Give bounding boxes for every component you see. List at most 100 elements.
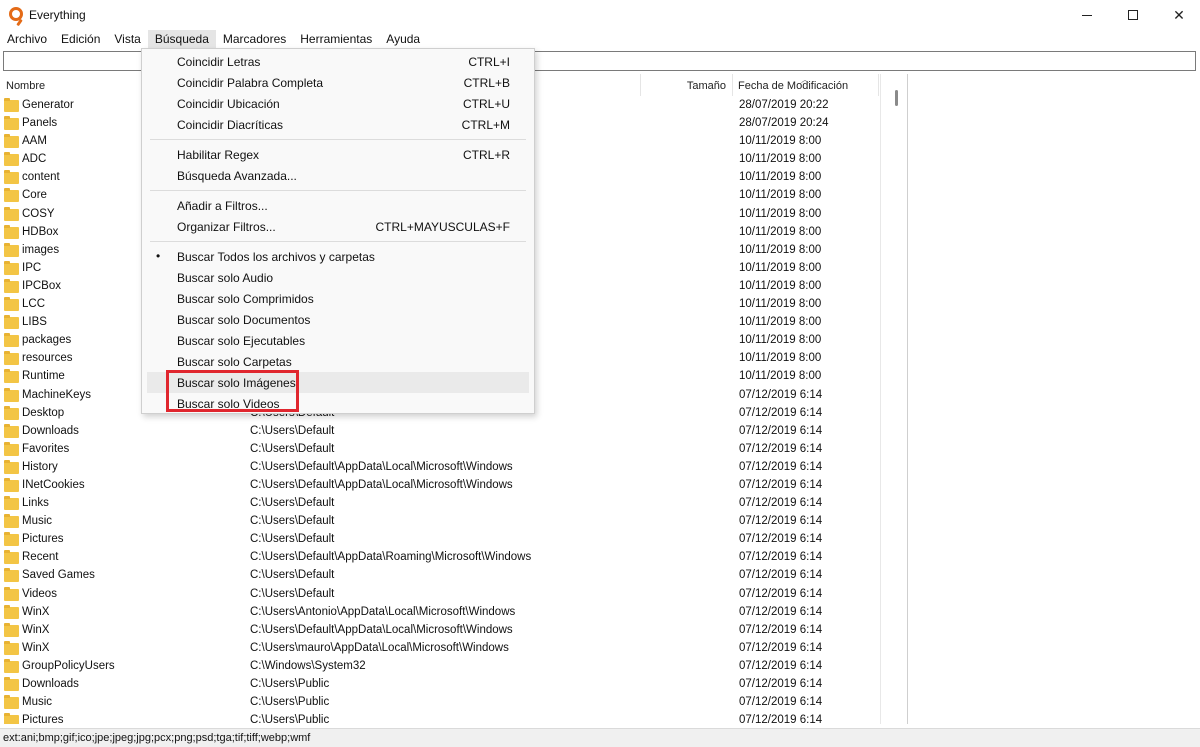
- file-path: C:\Users\Public: [250, 714, 330, 724]
- modified-date: 07/12/2019 6:14: [739, 424, 823, 437]
- folder-icon: [4, 477, 19, 492]
- menu-item-anadir-a-filtros[interactable]: Añadir a Filtros...: [142, 195, 534, 216]
- table-row[interactable]: WinX C:\Users\Default\AppData\Local\Micro…: [0, 622, 880, 640]
- menu-item-buscar-solo-ejecutables[interactable]: Buscar solo Ejecutables: [142, 330, 534, 351]
- menu-item-buscar-solo-audio[interactable]: Buscar solo Audio: [142, 267, 534, 288]
- menu-item-shortcut: CTRL+MAYUSCULAS+F: [375, 220, 510, 234]
- file-name: Music: [22, 515, 53, 528]
- menu-item-label: Buscar solo Comprimidos: [177, 292, 314, 306]
- folder-icon: [4, 369, 19, 384]
- folder-icon: [4, 713, 19, 724]
- highlight-annotation: [166, 370, 299, 412]
- modified-date: 10/11/2019 8:00: [739, 261, 822, 274]
- menu-item-buscar-solo-comprimidos[interactable]: Buscar solo Comprimidos: [142, 288, 534, 309]
- table-row[interactable]: Music C:\Users\Public 07/12/2019 6:14: [0, 694, 880, 712]
- file-name: History: [22, 460, 58, 473]
- folder-icon: [4, 496, 19, 511]
- maximize-button[interactable]: [1110, 0, 1156, 30]
- menu-item-shortcut: CTRL+R: [462, 148, 510, 162]
- folder-icon: [4, 568, 19, 583]
- table-row[interactable]: WinX C:\Users\Antonio\AppData\Local\Micro…: [0, 604, 880, 622]
- modified-date: 10/11/2019 8:00: [739, 334, 822, 347]
- folder-icon: [4, 116, 19, 131]
- modified-date: 07/12/2019 6:14: [739, 678, 823, 690]
- folder-icon: [4, 405, 19, 420]
- table-row[interactable]: Links C:\Users\Default 07/12/2019 6:14: [0, 495, 880, 513]
- menu-separator: [150, 190, 526, 191]
- modified-date: 28/07/2019 20:24: [739, 117, 829, 130]
- minimize-icon: [1082, 14, 1092, 16]
- folder-icon: [4, 224, 19, 239]
- menu-item-label: Búsqueda Avanzada...: [177, 169, 297, 183]
- table-row[interactable]: Downloads C:\Users\Default 07/12/2019 6:14: [0, 423, 880, 441]
- folder-icon: [4, 387, 19, 402]
- menu-vista[interactable]: Vista: [107, 30, 147, 48]
- table-row[interactable]: Pictures C:\Users\Default 07/12/2019 6:14: [0, 531, 880, 549]
- close-button[interactable]: ✕: [1156, 0, 1200, 30]
- file-name: Saved Games: [22, 569, 95, 582]
- menu-item-buscar-todos-los-archivos-y-carpetas[interactable]: • Buscar Todos los archivos y carpetas: [142, 246, 534, 267]
- table-row[interactable]: Favorites C:\Users\Default 07/12/2019 6:14: [0, 441, 880, 459]
- sort-ascending-icon: ︿: [801, 75, 809, 84]
- folder-icon: [4, 134, 19, 149]
- modified-date: 07/12/2019 6:14: [739, 478, 823, 491]
- menu-item-buscar-solo-carpetas[interactable]: Buscar solo Carpetas: [142, 351, 534, 372]
- menu-item-coincidir-ubicacion[interactable]: Coincidir Ubicación CTRL+U: [142, 93, 534, 114]
- menu-busqueda[interactable]: Búsqueda: [147, 30, 216, 48]
- folder-icon: [4, 188, 19, 203]
- file-name: Links: [22, 497, 49, 510]
- table-row[interactable]: Music C:\Users\Default 07/12/2019 6:14: [0, 513, 880, 531]
- table-row[interactable]: GroupPolicyUsers C:\Windows\System32 07/12…: [0, 658, 880, 676]
- menu-item-coincidir-palabra-completa[interactable]: Coincidir Palabra Completa CTRL+B: [142, 72, 534, 93]
- modified-date: 28/07/2019 20:22: [739, 99, 829, 111]
- menu-separator: [150, 139, 526, 140]
- modified-date: 10/11/2019 8:00: [739, 279, 822, 292]
- menu-item-organizar-filtros[interactable]: Organizar Filtros... CTRL+MAYUSCULAS+F: [142, 216, 534, 237]
- modified-date: 07/12/2019 6:14: [739, 388, 823, 401]
- file-path: C:\Users\Default: [250, 497, 335, 510]
- table-row[interactable]: INetCookies C:\Users\Default\AppData\Loca…: [0, 477, 880, 495]
- menu-item-buscar-solo-documentos[interactable]: Buscar solo Documentos: [142, 309, 534, 330]
- table-row[interactable]: Videos C:\Users\Default 07/12/2019 6:14: [0, 586, 880, 604]
- table-row[interactable]: Recent C:\Users\Default\AppData\Roaming\M…: [0, 549, 880, 567]
- modified-date: 07/12/2019 6:14: [739, 515, 823, 528]
- file-name: INetCookies: [22, 478, 85, 491]
- menu-item-label: Organizar Filtros...: [177, 220, 276, 234]
- table-row[interactable]: WinX C:\Users\mauro\AppData\Local\Microso…: [0, 640, 880, 658]
- table-row[interactable]: Downloads C:\Users\Public 07/12/2019 6:14: [0, 676, 880, 694]
- file-path: C:\Users\Default: [250, 587, 335, 600]
- minimize-button[interactable]: [1064, 0, 1110, 30]
- modified-date: 07/12/2019 6:14: [739, 641, 823, 654]
- folder-icon: [4, 586, 19, 601]
- menu-edicion[interactable]: Edición: [54, 30, 107, 48]
- menu-item-label: Buscar solo Carpetas: [177, 355, 292, 369]
- menu-item-habilitar-regex[interactable]: Habilitar Regex CTRL+R: [142, 144, 534, 165]
- menu-item-shortcut: CTRL+U: [462, 97, 510, 111]
- menu-item-busqueda-avanzada[interactable]: Búsqueda Avanzada...: [142, 165, 534, 186]
- scrollbar-thumb[interactable]: [895, 90, 898, 106]
- modified-date: 07/12/2019 6:14: [739, 605, 823, 618]
- table-row[interactable]: Saved Games C:\Users\Default 07/12/2019 6:…: [0, 567, 880, 585]
- vertical-scrollbar[interactable]: [880, 74, 906, 724]
- modified-date: 07/12/2019 6:14: [739, 406, 823, 419]
- table-row[interactable]: Pictures C:\Users\Public 07/12/2019 6:14: [0, 712, 880, 724]
- folder-icon: [4, 640, 19, 655]
- table-row[interactable]: History C:\Users\Default\AppData\Local\Mi…: [0, 459, 880, 477]
- menu-item-coincidir-diacriticas[interactable]: Coincidir Diacríticas CTRL+M: [142, 114, 534, 135]
- menu-item-coincidir-letras[interactable]: Coincidir Letras CTRL+I: [142, 51, 534, 72]
- menu-archivo[interactable]: Archivo: [0, 30, 54, 48]
- file-name: WinX: [22, 605, 50, 618]
- modified-date: 07/12/2019 6:14: [739, 497, 823, 510]
- menu-ayuda[interactable]: Ayuda: [379, 30, 427, 48]
- file-name: Videos: [22, 587, 57, 600]
- column-header-size[interactable]: Tamaño: [641, 74, 733, 96]
- menu-item-shortcut: CTRL+M: [461, 118, 510, 132]
- modified-date: 10/11/2019 8:00: [739, 207, 822, 220]
- file-name: Music: [22, 696, 53, 709]
- menu-herramientas[interactable]: Herramientas: [293, 30, 379, 48]
- search-menu-dropdown: Coincidir Letras CTRL+I Coincidir Palabra …: [141, 48, 535, 414]
- folder-icon: [4, 658, 19, 673]
- modified-date: 10/11/2019 8:00: [739, 352, 822, 365]
- file-path: C:\Users\Default: [250, 569, 335, 582]
- menu-marcadores[interactable]: Marcadores: [216, 30, 293, 48]
